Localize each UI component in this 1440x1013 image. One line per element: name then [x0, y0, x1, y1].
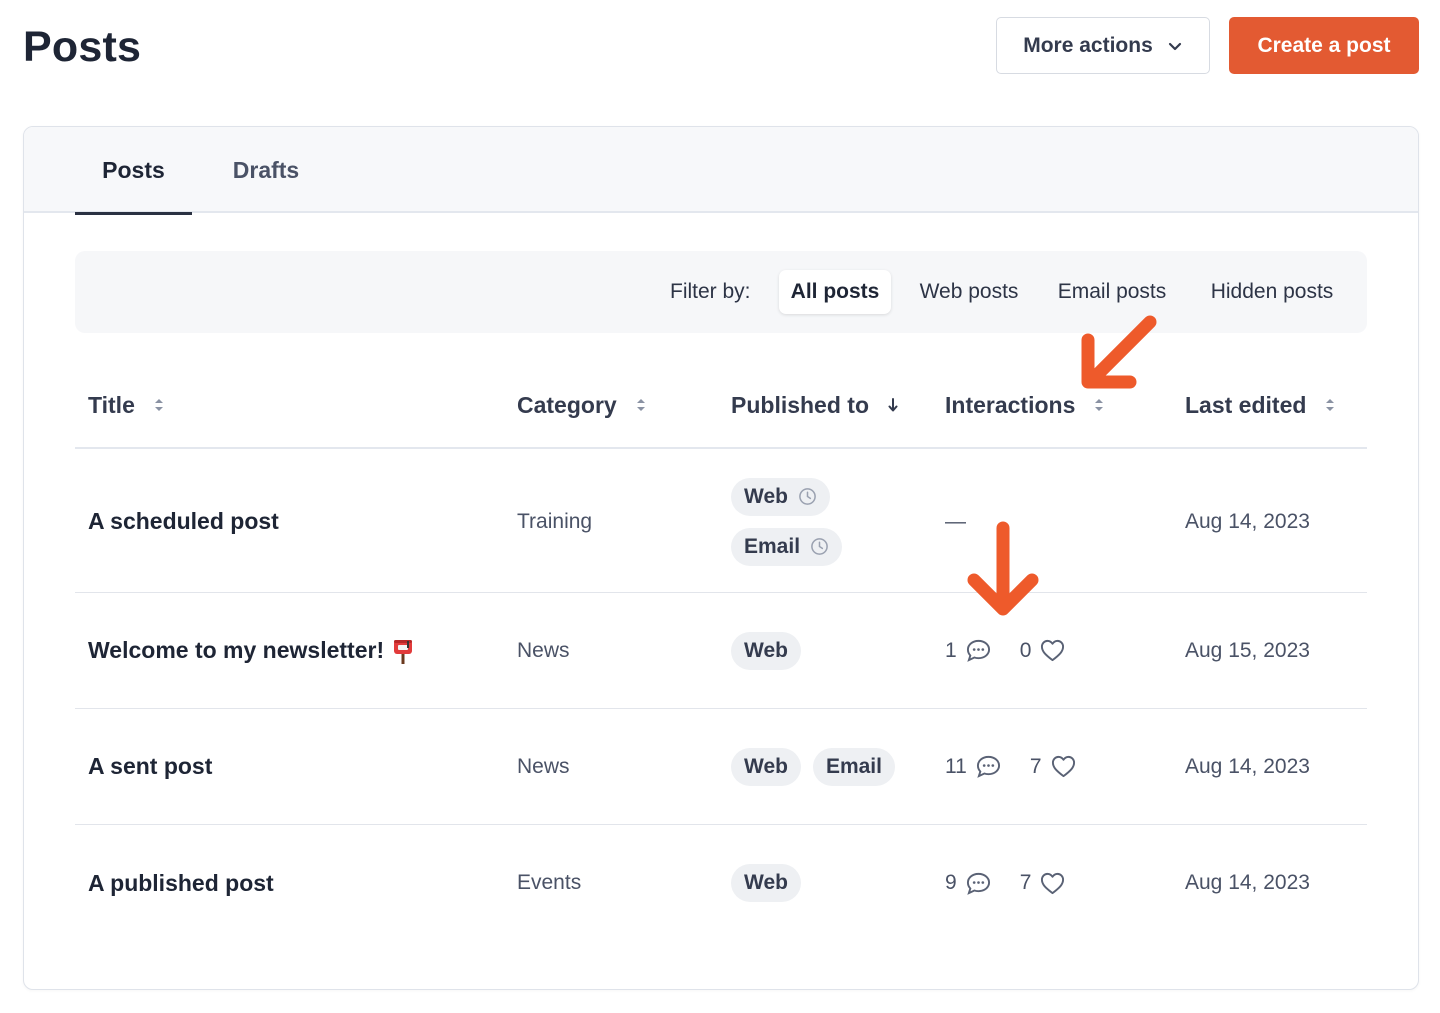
comment-icon	[966, 872, 990, 895]
posts-page: Posts More actions Create a post Posts D…	[0, 0, 1440, 1013]
more-actions-button[interactable]: More actions	[996, 17, 1210, 74]
likes-count: 0	[1019, 638, 1032, 662]
no-interactions-dash: —	[945, 509, 966, 533]
post-title[interactable]: A scheduled post	[88, 451, 279, 592]
tag-web: Web	[731, 747, 801, 786]
filter-hidden-posts[interactable]: Hidden posts	[1199, 270, 1345, 314]
comments-stat[interactable]: 9	[945, 871, 992, 896]
mailbox-icon	[392, 637, 414, 665]
more-actions-label: More actions	[1023, 33, 1153, 57]
column-header-last-edited[interactable]: Last edited	[1185, 363, 1336, 447]
likes-stat[interactable]: 7	[1020, 871, 1067, 896]
post-title: Welcome to my newsletter!	[88, 637, 385, 663]
post-title[interactable]: A sent post	[88, 709, 212, 824]
column-header-category[interactable]: Category	[517, 363, 647, 447]
comment-icon	[976, 755, 1000, 778]
annotation-arrow-diagonal-icon	[1081, 315, 1157, 389]
sort-icon	[154, 399, 163, 411]
clock-icon	[811, 538, 828, 555]
tab-posts[interactable]: Posts	[75, 127, 192, 215]
published-to-cell: Web Email	[731, 709, 895, 824]
interactions-cell: 9 7	[945, 825, 1066, 941]
likes-count: 7	[1029, 754, 1042, 778]
column-header-title[interactable]: Title	[88, 363, 165, 447]
post-category: News	[517, 754, 570, 778]
tag-label: Web	[744, 484, 788, 508]
comments-count: 1	[945, 638, 957, 662]
published-to-cell: Web Email	[731, 451, 843, 592]
last-edited: Aug 14, 2023	[1185, 871, 1310, 894]
comments-stat[interactable]: 11	[945, 754, 1002, 779]
sort-descending-icon	[888, 398, 898, 412]
chevron-down-icon	[1168, 42, 1181, 50]
posts-card: Posts Drafts Filter by: All posts Web po…	[23, 126, 1419, 990]
comments-count: 9	[945, 871, 957, 894]
clock-icon	[799, 488, 816, 505]
likes-count: 7	[1019, 871, 1032, 894]
post-category: News	[517, 638, 570, 662]
tabs-bar: Posts Drafts	[24, 127, 1418, 215]
column-edited-label: Last edited	[1185, 391, 1307, 418]
column-title-label: Title	[88, 391, 135, 418]
create-post-button[interactable]: Create a post	[1229, 17, 1419, 74]
filter-label: Filter by:	[670, 280, 751, 303]
last-edited: Aug 14, 2023	[1185, 754, 1310, 778]
interactions-cell: 11 7	[945, 709, 1077, 824]
tag-label: Email	[744, 534, 801, 558]
column-category-label: Category	[517, 391, 617, 418]
comment-icon	[966, 639, 990, 662]
sort-icon	[1095, 399, 1104, 411]
last-edited: Aug 14, 2023	[1185, 509, 1310, 533]
table-row[interactable]: A scheduled post Training Web Email — Au…	[75, 451, 1367, 593]
post-category: Training	[517, 509, 593, 533]
column-published-label: Published to	[731, 391, 869, 418]
table-row[interactable]: A published post Events Web 9 7 Aug 14, …	[75, 825, 1367, 941]
comments-count: 11	[945, 754, 967, 778]
likes-stat[interactable]: 7	[1030, 754, 1077, 779]
post-title-cell[interactable]: Welcome to my newsletter!	[88, 593, 414, 708]
tag-email-scheduled: Email	[731, 527, 843, 566]
interactions-cell: —	[945, 451, 966, 592]
tag-web: Web	[731, 631, 801, 670]
filter-all-posts[interactable]: All posts	[779, 270, 891, 314]
filter-web-posts[interactable]: Web posts	[911, 270, 1027, 314]
tag-web: Web	[731, 864, 801, 902]
post-title[interactable]: A published post	[88, 825, 274, 941]
likes-stat[interactable]: 0	[1020, 638, 1067, 663]
tab-drafts[interactable]: Drafts	[214, 127, 318, 213]
published-to-cell: Web	[731, 593, 801, 708]
column-interactions-label: Interactions	[945, 391, 1076, 418]
comments-stat[interactable]: 1	[945, 638, 992, 663]
last-edited: Aug 15, 2023	[1185, 638, 1310, 662]
tag-email: Email	[812, 747, 895, 786]
heart-icon	[1051, 755, 1075, 778]
filter-bar: Filter by: All posts Web posts Email pos…	[75, 251, 1367, 333]
page-title: Posts	[23, 23, 142, 71]
table-row[interactable]: Welcome to my newsletter! News Web 1 0 A…	[75, 593, 1367, 709]
tag-web-scheduled: Web	[731, 477, 830, 516]
post-category: Events	[517, 871, 582, 894]
heart-icon	[1041, 872, 1065, 894]
annotation-arrow-down-icon	[967, 521, 1039, 616]
table-header: Title Category Published to Interactions…	[75, 363, 1367, 449]
filter-email-posts[interactable]: Email posts	[1051, 270, 1173, 314]
table-row[interactable]: A sent post News Web Email 11 7 Aug 14, …	[75, 709, 1367, 825]
sort-icon	[1326, 399, 1335, 411]
published-to-cell: Web	[731, 825, 801, 941]
heart-icon	[1041, 639, 1065, 662]
column-header-published-to[interactable]: Published to	[731, 363, 899, 447]
sort-icon	[636, 399, 645, 411]
